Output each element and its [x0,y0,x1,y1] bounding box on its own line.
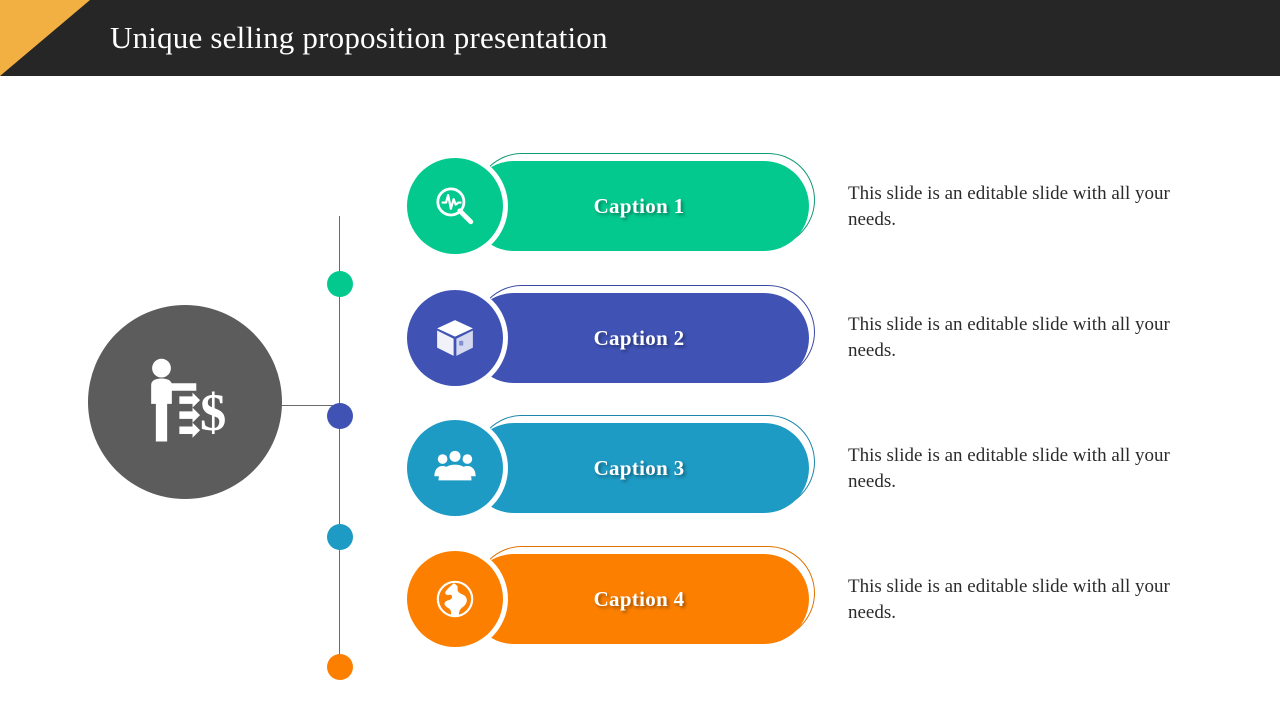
item-row-4[interactable]: Caption 4 [407,546,817,650]
slide-body: $ Caption 1 This slide is an editable sl… [0,76,1280,720]
central-hub-circle: $ [88,305,282,499]
node-dot-2 [327,403,353,429]
team-group-icon [434,450,476,481]
node-dot-4 [327,654,353,680]
item-row-1[interactable]: Caption 1 [407,153,817,257]
description-4: This slide is an editable slide with all… [848,576,1170,623]
badge-4[interactable] [407,551,503,647]
badge-3[interactable] [407,420,503,516]
page-title: Unique selling proposition presentation [110,20,608,55]
description-3: This slide is an editable slide with all… [848,445,1170,492]
svg-text:$: $ [200,384,226,442]
caption-label-3: Caption 3 [593,456,685,480]
globe-icon [436,580,474,618]
corner-accent-triangle [0,0,90,76]
slide-header: Unique selling proposition presentation [0,0,1280,76]
pill-1[interactable]: Caption 1 [469,161,809,251]
node-dot-3 [327,524,353,550]
badge-1[interactable] [407,158,503,254]
description-1: This slide is an editable slide with all… [848,183,1170,230]
item-row-2[interactable]: Caption 2 [407,285,817,389]
package-box-icon [437,320,473,356]
node-dot-1 [327,271,353,297]
caption-label-4: Caption 4 [593,587,685,611]
caption-label-1: Caption 1 [593,194,685,218]
pill-4[interactable]: Caption 4 [469,554,809,644]
badge-2[interactable] [407,290,503,386]
caption-label-2: Caption 2 [593,326,685,350]
pill-3[interactable]: Caption 3 [469,423,809,513]
salesperson-dollar-icon: $ [151,358,226,442]
item-row-3[interactable]: Caption 3 [407,415,817,519]
pill-2[interactable]: Caption 2 [469,293,809,383]
description-2: This slide is an editable slide with all… [848,314,1170,361]
magnifier-pulse-icon [436,187,474,225]
